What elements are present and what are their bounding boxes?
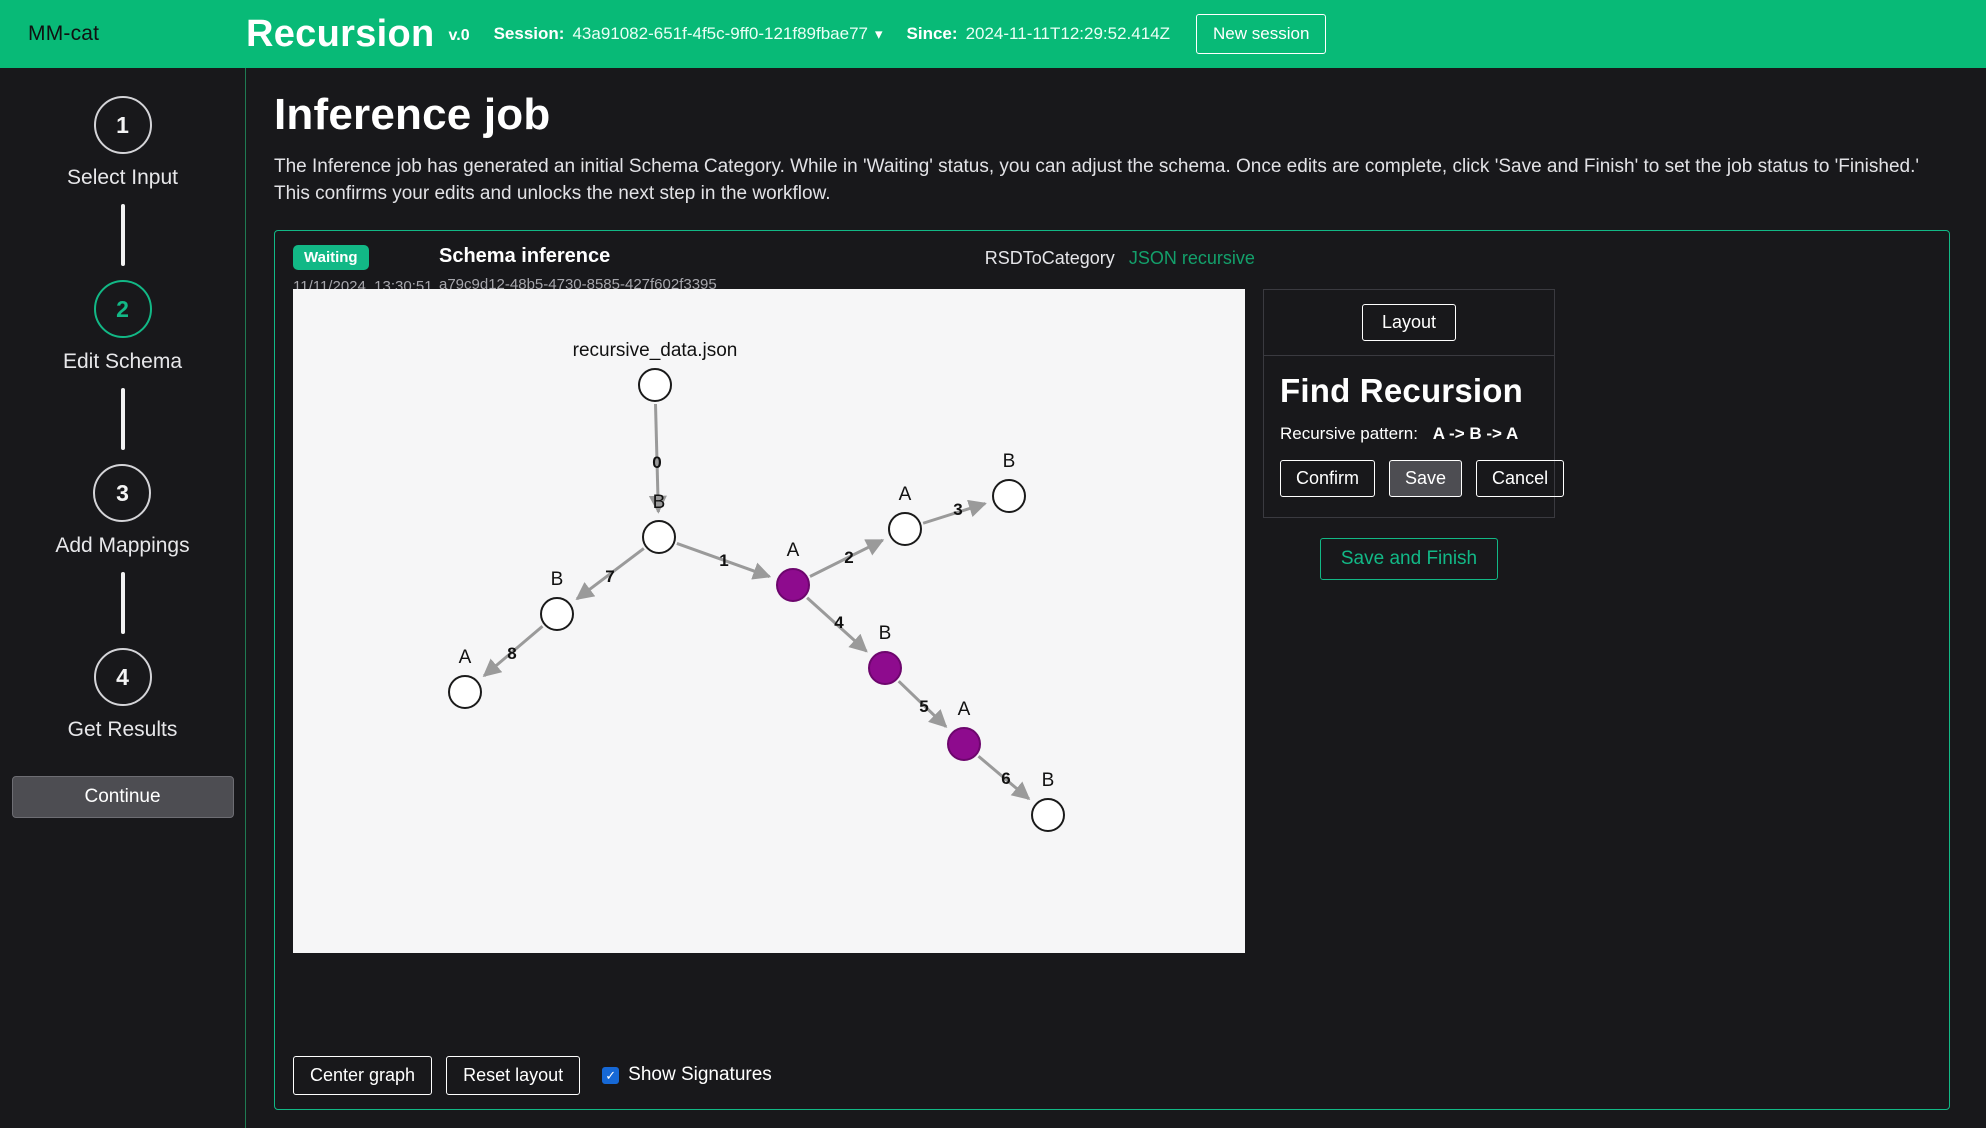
show-signatures-label: Show Signatures [628,1064,772,1086]
recursive-pattern-value: A -> B -> A [1432,423,1519,443]
graph-edge[interactable] [648,403,667,514]
step-number-4[interactable]: 4 [93,648,152,706]
tag-kind: JSON recursive [1128,247,1255,268]
brand-logo[interactable]: MM-cat [0,22,246,46]
tag-transformation: RSDToCategory [984,247,1115,268]
job-identity-column: Schema inference a79c9d12-48b5-4730-8585… [439,245,717,293]
top-bar: MM-cat Recursion v.0 Session: 43a91082-6… [0,0,1986,68]
confirm-button[interactable]: Confirm [1280,459,1376,497]
step-label-add-mappings: Add Mappings [55,534,190,557]
step-label-edit-schema: Edit Schema [62,350,183,373]
step-connector-3 [120,572,125,634]
main-content: Inference job The Inference job has gene… [246,68,1986,1128]
step-label-get-results: Get Results [67,718,178,741]
sidebar-step-edit-schema[interactable]: 2 Edit Schema [63,280,182,374]
graph-side-panel: Layout Find Recursion Recursive pattern:… [1263,288,1565,953]
graph-node[interactable] [1031,797,1065,832]
continue-button[interactable]: Continue [11,776,234,818]
graph-edge[interactable] [809,538,885,578]
center-graph-button[interactable]: Center graph [293,1055,433,1095]
status-badge: Waiting [293,244,369,270]
save-button[interactable]: Save [1389,459,1463,497]
find-recursion-title: Find Recursion [1280,371,1523,409]
session-label: Session: [493,24,565,43]
sidebar-step-add-mappings[interactable]: 3 Add Mappings [55,464,190,558]
graph-node[interactable] [776,567,810,602]
inference-job-card: Waiting 11/11/2024, 13:30:51 Schema infe… [274,229,1950,1110]
graph-node[interactable] [868,650,902,685]
save-and-finish-button[interactable]: Save and Finish [1319,537,1499,580]
graph-node[interactable] [947,726,981,761]
workflow-sidebar: 1 Select Input 2 Edit Schema 3 Add Mappi… [0,68,246,1128]
layout-button[interactable]: Layout [1361,303,1457,341]
step-label-select-input: Select Input [67,166,178,189]
app-title: Recursion [246,13,435,55]
graph-edge[interactable] [676,541,772,580]
reset-layout-button[interactable]: Reset layout [446,1055,581,1095]
recursion-actions: Confirm Save Cancel [1280,459,1565,497]
schema-graph-canvas[interactable]: 0 1 2 3 4 5 6 7 8 recursive_data.json B B A A A B B A B [293,288,1245,953]
graph-node[interactable] [540,596,574,631]
layout-panel: Layout [1263,288,1555,356]
graph-edge[interactable] [575,547,645,601]
cancel-button[interactable]: Cancel [1476,459,1565,497]
job-card-header: Waiting 11/11/2024, 13:30:51 Schema infe… [275,231,1949,295]
step-connector-2 [120,388,125,450]
graph-node[interactable] [888,511,922,546]
chevron-down-icon[interactable]: ▾ [875,25,883,43]
step-number-3[interactable]: 3 [93,464,152,522]
job-status-column: Waiting 11/11/2024, 13:30:51 [293,244,433,295]
recursive-pattern-row: Recursive pattern: A -> B -> A [1280,424,1538,444]
job-name: Schema inference [439,244,611,267]
graph-node[interactable] [642,519,676,554]
step-number-2[interactable]: 2 [93,280,152,338]
recursive-pattern-label: Recursive pattern: [1280,423,1418,443]
find-recursion-panel: Find Recursion Recursive pattern: A -> B… [1263,355,1565,518]
app-version: v.0 [448,27,470,44]
graph-edge[interactable] [806,596,868,653]
since-label: Since: [906,24,958,43]
step-number-1[interactable]: 1 [93,96,152,154]
graph-edge[interactable] [897,680,948,728]
step-connector-1 [120,204,125,266]
graph-toolbar: Center graph Reset layout ✓ Show Signatu… [293,1055,772,1095]
new-session-button[interactable]: New session [1196,14,1327,54]
graph-edge[interactable] [922,499,987,525]
graph-node[interactable] [448,674,482,709]
page-description: The Inference job has generated an initi… [274,156,1920,204]
page-title: Inference job [274,90,551,139]
job-card-body: 0 1 2 3 4 5 6 7 8 recursive_data.json B B A A A B B A B La… [275,288,1949,953]
graph-edges-layer [482,403,1031,800]
graph-edge[interactable] [977,755,1031,800]
graph-node[interactable] [992,478,1026,513]
session-id-value[interactable]: 43a91082-651f-4f5c-9ff0-121f89fbae77 [572,24,868,44]
since-value: 2024-11-11T12:29:52.414Z [965,24,1171,43]
show-signatures-control[interactable]: ✓ Show Signatures [602,1064,772,1086]
job-tags-column: RSDToCategory JSON recursive [985,245,1255,269]
sidebar-step-get-results[interactable]: 4 Get Results [67,648,178,742]
show-signatures-checkbox[interactable]: ✓ [602,1066,620,1084]
graph-node[interactable] [638,367,672,402]
graph-edge[interactable] [482,625,544,677]
sidebar-step-select-input[interactable]: 1 Select Input [67,96,178,190]
